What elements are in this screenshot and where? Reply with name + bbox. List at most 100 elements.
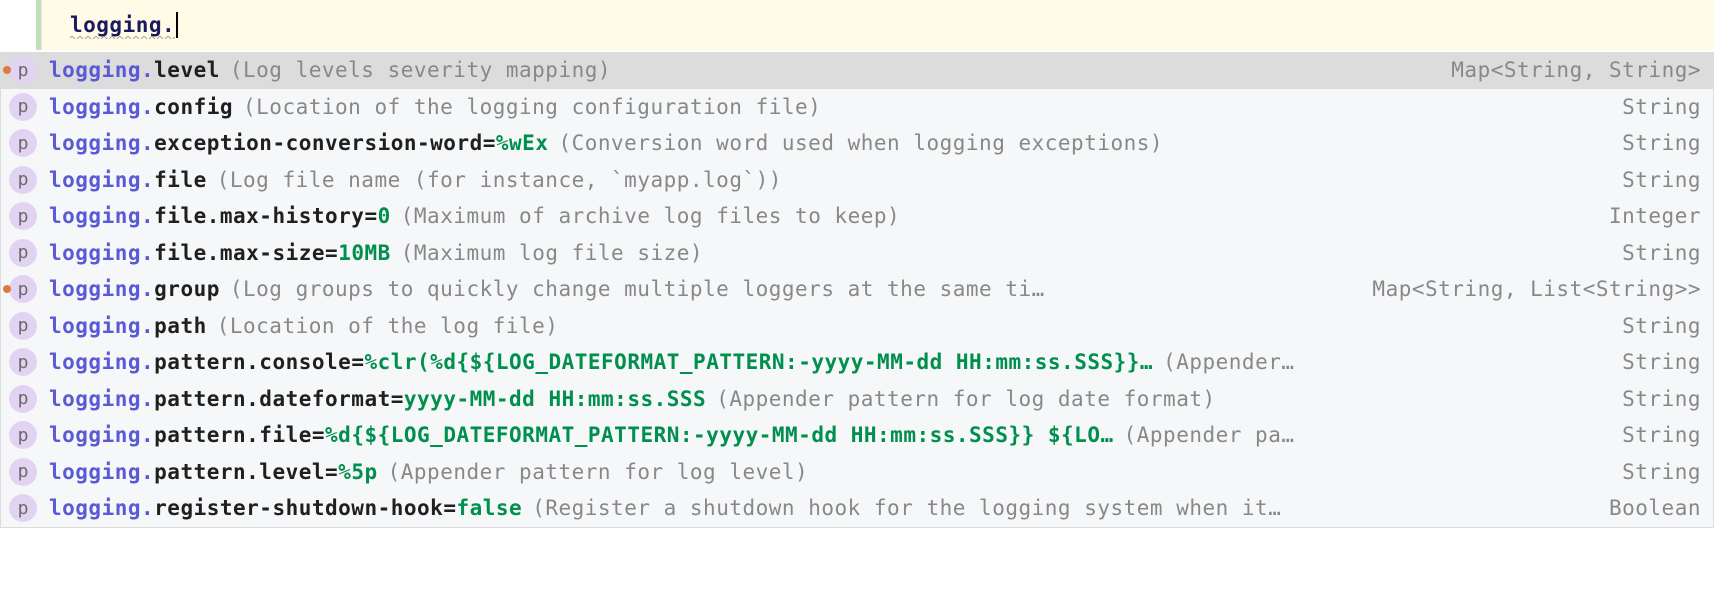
- suggestion-main: logging.pattern.console=%clr(%d{${LOG_DA…: [49, 350, 1602, 374]
- suggestion-type: String: [1622, 387, 1701, 411]
- suggestion-prefix: logging.: [49, 423, 154, 447]
- suggestion-row[interactable]: p logging.register-shutdown-hook=false (Re…: [1, 490, 1713, 527]
- suggestion-row[interactable]: p logging.exception-conversion-word=%wEx(…: [1, 125, 1713, 162]
- suggestion-row[interactable]: p logging.pattern.file=%d{${LOG_DATEFORMA…: [1, 417, 1713, 454]
- suggestion-prefix: logging.: [49, 496, 154, 520]
- suggestion-default-value: 10MB: [338, 241, 391, 265]
- equals-sign: =: [325, 241, 338, 265]
- editor-line[interactable]: logging.: [0, 0, 1714, 50]
- suggestion-main: logging.file.max-size=10MB(Maximum log f…: [49, 241, 1602, 265]
- suggestion-key: path: [154, 314, 207, 338]
- suggestion-description: (Location of the log file): [217, 314, 559, 338]
- suggestion-default-value: false: [456, 496, 522, 520]
- suggestion-description: (Log levels severity mapping): [230, 58, 611, 82]
- equals-sign: =: [364, 204, 377, 228]
- suggestion-description: (Appender…: [1163, 350, 1294, 374]
- suggestion-row[interactable]: p logging.file (Log file name (for instanc…: [1, 162, 1713, 199]
- suggestion-main: logging.register-shutdown-hook=false (Reg…: [49, 496, 1589, 520]
- suggestion-description: (Conversion word used when logging excep…: [558, 131, 1163, 155]
- suggestion-main: logging.level (Log levels severity mappin…: [49, 58, 1431, 82]
- suggestion-description: (Appender pa…: [1124, 423, 1295, 447]
- property-icon: p: [9, 202, 37, 230]
- suggestion-main: logging.config (Location of the logging c…: [49, 95, 1602, 119]
- suggestion-main: logging.exception-conversion-word=%wEx(C…: [49, 131, 1602, 155]
- suggestion-description: (Location of the logging configuration f…: [243, 95, 821, 119]
- property-icon: p: [9, 166, 37, 194]
- suggestion-row[interactable]: p logging.config (Location of the logging …: [1, 89, 1713, 126]
- gutter: [0, 0, 42, 50]
- suggestion-key: file.max-size: [154, 241, 325, 265]
- equals-sign: =: [483, 131, 496, 155]
- property-icon: p: [9, 494, 37, 522]
- suggestion-row[interactable]: p logging.file.max-size=10MB(Maximum log …: [1, 235, 1713, 272]
- suggestion-row[interactable]: p logging.level (Log levels severity mappi…: [1, 52, 1713, 89]
- suggestion-key: group: [154, 277, 220, 301]
- suggestion-description: (Maximum of archive log files to keep): [401, 204, 900, 228]
- property-icon: p: [9, 275, 37, 303]
- suggestion-prefix: logging.: [49, 95, 154, 119]
- suggestion-type: String: [1622, 314, 1701, 338]
- suggestion-key: register-shutdown-hook: [154, 496, 443, 520]
- property-icon: p: [9, 239, 37, 267]
- equals-sign: =: [325, 460, 338, 484]
- suggestion-description: (Log file name (for instance, `myapp.log…: [217, 168, 782, 192]
- property-icon: p: [9, 421, 37, 449]
- suggestion-key: pattern.console: [154, 350, 351, 374]
- equals-sign: =: [391, 387, 404, 411]
- suggestion-type: String: [1622, 350, 1701, 374]
- suggestion-row[interactable]: p logging.group (Log groups to quickly cha…: [1, 271, 1713, 308]
- suggestion-key: pattern.dateformat: [154, 387, 391, 411]
- suggestion-type: Map<String, List<String>>: [1372, 277, 1701, 301]
- suggestion-default-value: yyyy-MM-dd HH:mm:ss.SSS: [404, 387, 706, 411]
- suggestion-row[interactable]: p logging.pattern.console=%clr(%d{${LOG_D…: [1, 344, 1713, 381]
- suggestion-row[interactable]: plogging.pattern.dateformat=yyyy-MM-dd H…: [1, 381, 1713, 418]
- suggestion-row[interactable]: p logging.pattern.level=%5p (Appender patt…: [1, 454, 1713, 491]
- suggestion-type: String: [1622, 131, 1701, 155]
- suggestion-type: String: [1622, 460, 1701, 484]
- autocomplete-popup[interactable]: plogging.level(Log levels severity mappi…: [0, 52, 1714, 528]
- equals-sign: =: [351, 350, 364, 374]
- caret-icon: [176, 12, 178, 38]
- suggestion-default-value: %clr(%d{${LOG_DATEFORMAT_PATTERN:-yyyy-M…: [364, 350, 1153, 374]
- suggestion-key: pattern.level: [154, 460, 325, 484]
- suggestion-prefix: logging.: [49, 168, 154, 192]
- suggestion-prefix: logging.: [49, 350, 154, 374]
- suggestion-main: logging.pattern.file=%d{${LOG_DATEFORMAT…: [49, 423, 1602, 447]
- suggestion-description: (Log groups to quickly change multiple l…: [230, 277, 1045, 301]
- suggestion-type: Boolean: [1609, 496, 1701, 520]
- suggestion-default-value: %5p: [338, 460, 377, 484]
- suggestion-prefix: logging.: [49, 387, 154, 411]
- suggestion-default-value: 0: [378, 204, 391, 228]
- suggestion-main: logging.file (Log file name (for instance…: [49, 168, 1602, 192]
- equals-sign: =: [312, 423, 325, 447]
- suggestion-description: (Appender pattern for log level): [388, 460, 809, 484]
- suggestion-main: logging.group (Log groups to quickly chan…: [49, 277, 1352, 301]
- typed-text: logging.: [70, 13, 175, 37]
- suggestion-type: String: [1622, 168, 1701, 192]
- suggestion-prefix: logging.: [49, 277, 154, 301]
- property-icon: p: [9, 312, 37, 340]
- property-icon: p: [9, 56, 37, 84]
- suggestion-description: (Register a shutdown hook for the loggin…: [532, 496, 1281, 520]
- suggestion-prefix: logging.: [49, 241, 154, 265]
- suggestion-key: file.max-history: [154, 204, 364, 228]
- suggestion-key: config: [154, 95, 233, 119]
- suggestion-row[interactable]: p logging.file.max-history=0 (Maximum of a…: [1, 198, 1713, 235]
- equals-sign: =: [443, 496, 456, 520]
- suggestion-key: level: [154, 58, 220, 82]
- property-icon: p: [9, 129, 37, 157]
- suggestion-key: exception-conversion-word: [154, 131, 483, 155]
- property-icon: p: [9, 348, 37, 376]
- suggestion-default-value: %wEx: [496, 131, 549, 155]
- suggestion-description: (Appender pattern for log date format): [716, 387, 1215, 411]
- suggestion-row[interactable]: plogging.path(Location of the log file)S…: [1, 308, 1713, 345]
- suggestion-type: String: [1622, 95, 1701, 119]
- editor-content[interactable]: logging.: [42, 0, 1714, 50]
- suggestion-prefix: logging.: [49, 460, 154, 484]
- suggestion-prefix: logging.: [49, 204, 154, 228]
- suggestion-default-value: %d{${LOG_DATEFORMAT_PATTERN:-yyyy-MM-dd …: [325, 423, 1114, 447]
- suggestion-key: file: [154, 168, 207, 192]
- suggestion-prefix: logging.: [49, 58, 154, 82]
- property-icon: p: [9, 458, 37, 486]
- property-icon: p: [9, 93, 37, 121]
